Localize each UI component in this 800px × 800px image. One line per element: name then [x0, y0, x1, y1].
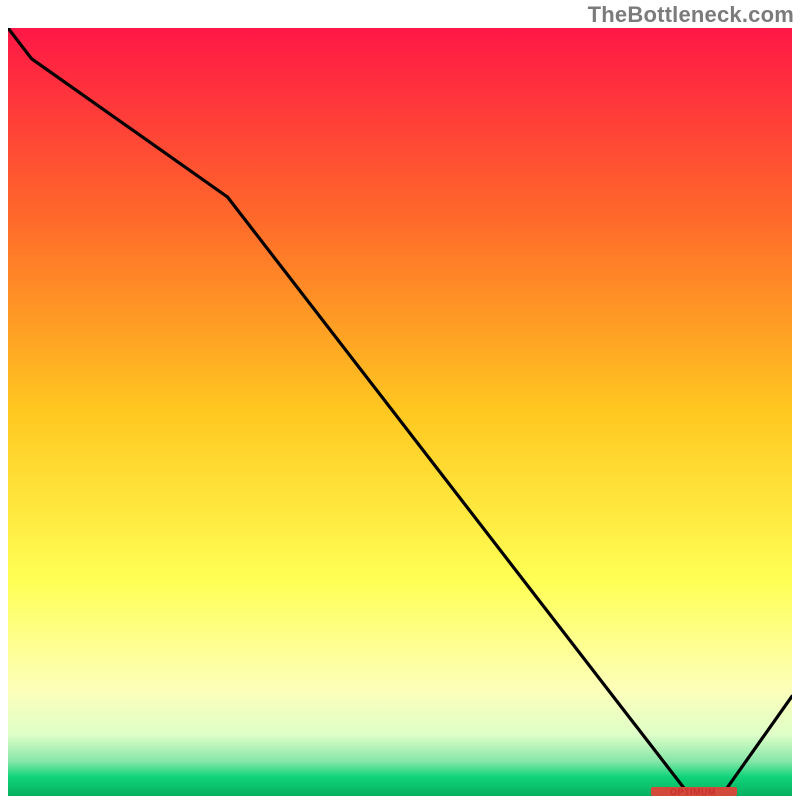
optimum-label: OPTIMUM — [670, 787, 716, 797]
gradient-background — [8, 28, 792, 796]
plot-area — [8, 28, 792, 796]
chart-svg — [8, 28, 792, 796]
watermark-text: TheBottleneck.com — [588, 2, 794, 28]
chart-container: TheBottleneck.com OPTIMUM — [0, 0, 800, 800]
